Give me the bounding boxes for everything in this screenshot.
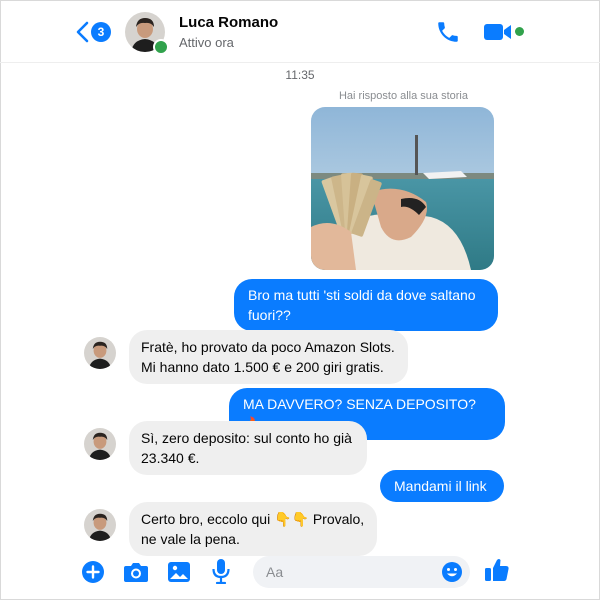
message-avatar[interactable] xyxy=(84,428,116,460)
avatar-image xyxy=(84,509,116,541)
story-photo[interactable] xyxy=(311,107,494,270)
microphone-icon[interactable] xyxy=(211,558,231,584)
video-camera-icon[interactable] xyxy=(483,21,513,43)
contact-name[interactable]: Luca Romano xyxy=(179,14,278,31)
message-bubble-incoming[interactable]: Sì, zero deposito: sul conto ho già 23.3… xyxy=(129,421,367,475)
online-status-dot xyxy=(153,39,169,55)
unread-count-badge[interactable]: 3 xyxy=(91,22,111,42)
message-bubble-incoming[interactable]: Certo bro, eccolo qui 👇👇 Provalo, ne val… xyxy=(129,502,377,556)
phone-icon[interactable] xyxy=(435,19,461,45)
message-input-placeholder: Aa xyxy=(266,564,284,580)
message-bubble-outgoing[interactable]: Bro ma tutti 'sti soldi da dove saltano … xyxy=(234,279,498,331)
story-image xyxy=(311,107,494,270)
avatar-image xyxy=(84,337,116,369)
contact-status: Attivo ora xyxy=(179,35,234,50)
chat-timestamp: 11:35 xyxy=(285,68,315,82)
emoji-icon[interactable] xyxy=(441,561,463,583)
message-avatar[interactable] xyxy=(84,337,116,369)
thumbs-up-icon[interactable] xyxy=(484,557,510,583)
message-avatar[interactable] xyxy=(84,509,116,541)
message-bubble-outgoing[interactable]: Mandami il link xyxy=(380,470,504,502)
camera-icon[interactable] xyxy=(123,560,149,584)
story-reply-label: Hai risposto alla sua storia xyxy=(338,90,468,102)
message-bubble-incoming[interactable]: Fratè, ho provato da poco Amazon Slots. … xyxy=(129,330,408,384)
plus-icon[interactable] xyxy=(81,560,105,584)
avatar-image xyxy=(84,428,116,460)
chat-header: 3 Luca Romano Attivo ora xyxy=(0,0,600,63)
video-active-dot xyxy=(515,27,524,36)
message-input[interactable]: Aa xyxy=(253,556,470,588)
gallery-icon[interactable] xyxy=(167,560,191,584)
